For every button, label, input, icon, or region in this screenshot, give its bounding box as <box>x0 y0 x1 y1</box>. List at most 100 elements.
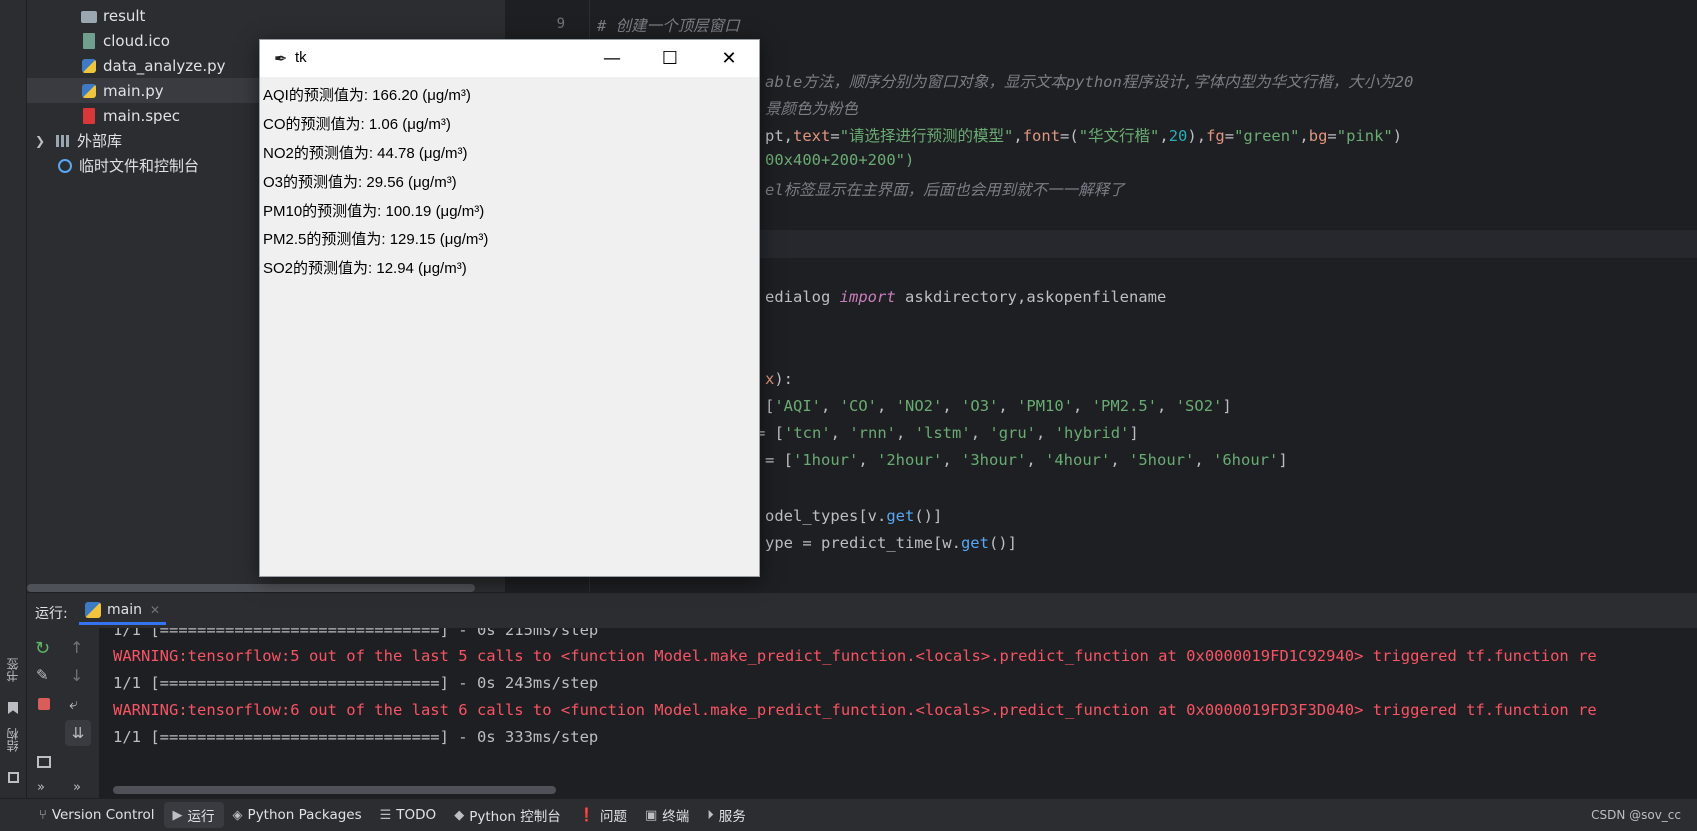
run-panel-header: 运行: main ✕ <box>27 592 1697 628</box>
code-token: 'hybrid' <box>1054 424 1130 442</box>
tree-horizontal-scrollbar[interactable] <box>27 584 475 592</box>
tab-main[interactable]: main ✕ <box>79 597 167 625</box>
wrench-icon[interactable]: ✎ <box>36 666 49 684</box>
rerun-icon[interactable]: ↻ <box>35 638 50 659</box>
arrow-up-icon[interactable]: ↑ <box>70 638 83 657</box>
statusbar-label: Python Packages <box>247 807 362 823</box>
layout-icon[interactable] <box>37 756 51 768</box>
console-horizontal-scrollbar[interactable] <box>113 786 556 794</box>
status-bar: ⑂ Version Control ▶ 运行 ◈ Python Packages ☰ T… <box>0 798 1697 831</box>
prediction-label: PM2.5的预测值为: 129.15 (μg/m³) <box>263 231 489 248</box>
code-token: text <box>793 127 831 145</box>
close-button[interactable]: ✕ <box>700 40 758 77</box>
statusbar-problems[interactable]: ❗ 问题 <box>570 802 636 828</box>
python-file-icon <box>81 83 97 99</box>
run-toolbar: ↻ ↑ ✎ ↓ ⤶ ⇊ » » <box>27 628 99 798</box>
tk-window[interactable]: ✒ tk — ☐ ✕ AQI的预测值为: 166.20 (μg/m³) CO的预… <box>259 39 760 577</box>
code-token: "请选择进行预测的模型" <box>839 127 1014 145</box>
code-token: askopenfilename <box>1026 288 1167 306</box>
code-token: ): <box>774 370 794 388</box>
code-comment: 景颜色为粉色 <box>765 100 859 118</box>
prediction-label: PM10的预测值为: 100.19 (μg/m³) <box>263 203 485 220</box>
maximize-button[interactable]: ☐ <box>641 40 699 77</box>
code-token: 'AQI' <box>774 397 822 415</box>
scroll-to-end-icon[interactable]: ⇊ <box>65 720 91 746</box>
code-comment: able方法，顺序分别为窗口对象，显示文本python程序设计,字体内型为华文行… <box>765 73 1414 91</box>
statusbar-python-packages[interactable]: ◈ Python Packages <box>224 802 371 828</box>
code-token: = [ <box>765 451 793 469</box>
code-token: pt <box>765 127 784 145</box>
run-label: 运行: <box>35 606 68 622</box>
code-token: '6hour' <box>1213 451 1279 469</box>
code-token: 'tcn' <box>784 424 831 442</box>
tab-label: main <box>107 601 142 618</box>
code-line-times: = ['1hour', '2hour', '3hour', '4hour', '… <box>765 451 1288 469</box>
code-token: bg <box>1308 127 1328 145</box>
statusbar-python-console[interactable]: ◆ Python 控制台 <box>445 802 570 828</box>
structure-tab[interactable]: 结构 <box>4 728 21 752</box>
more-icon[interactable]: » <box>37 780 45 795</box>
code-token: 'CO' <box>839 397 878 415</box>
code-token: [ <box>765 397 775 415</box>
services-icon: ⏵ <box>707 807 714 823</box>
code-token: 'O3' <box>961 397 999 415</box>
code-token: = [ <box>756 424 784 442</box>
code-token: "华文行楷" <box>1078 127 1160 145</box>
close-icon[interactable]: ✕ <box>150 603 160 617</box>
statusbar-todo[interactable]: ☰ TODO <box>371 802 446 828</box>
python-file-icon <box>81 58 97 74</box>
code-line-def: x): <box>765 370 793 388</box>
python-icon <box>85 601 101 618</box>
code-comment: # 创建一个顶层窗口 <box>597 17 740 35</box>
code-token: "green" <box>1234 127 1300 145</box>
console-line: 1/1 [==============================] - 0… <box>113 728 599 746</box>
bookmarks-tab[interactable]: 书签 <box>4 658 21 682</box>
code-line-model-type: odel_types[v.get()] <box>765 507 942 525</box>
prediction-label: CO的预测值为: 1.06 (μg/m³) <box>263 116 451 133</box>
code-token: 20 <box>1168 127 1188 145</box>
code-token: ()] <box>914 507 943 525</box>
code-token: 'gru' <box>989 424 1037 442</box>
code-token: 'NO2' <box>895 397 943 415</box>
statusbar-terminal[interactable]: ▣ 终端 <box>636 802 698 828</box>
statusbar-version-control[interactable]: ⑂ Version Control <box>30 802 164 828</box>
chevron-right-icon[interactable]: ❯ <box>35 134 55 148</box>
statusbar-label: Python 控制台 <box>469 809 561 825</box>
run-console[interactable]: 1/1 [==============================] - 0… <box>99 628 1697 798</box>
bookmark-icon <box>8 702 18 714</box>
code-token: ype = predict_time[w. <box>765 534 961 552</box>
minimize-button[interactable]: — <box>583 40 641 77</box>
tree-item-result[interactable]: result <box>27 3 505 28</box>
tree-item-label: result <box>103 6 146 25</box>
problems-icon: ❗ <box>578 807 595 823</box>
statusbar-services[interactable]: ⏵ 服务 <box>698 802 755 828</box>
code-line-predict-time: ype = predict_time[w.get()] <box>765 534 1017 552</box>
arrow-down-icon[interactable]: ↓ <box>70 666 83 685</box>
scratch-icon <box>57 158 73 174</box>
credit-text: CSDN @sov_cc <box>1591 808 1681 822</box>
tk-title-bar[interactable]: ✒ tk — ☐ ✕ <box>260 40 759 77</box>
code-token: '1hour' <box>793 451 859 469</box>
code-token: 'PM2.5' <box>1091 397 1158 415</box>
code-token: fg <box>1206 127 1225 145</box>
soft-wrap-icon[interactable]: ⤶ <box>69 694 78 714</box>
more-icon[interactable]: » <box>73 780 81 795</box>
statusbar-run[interactable]: ▶ 运行 <box>163 802 224 828</box>
tree-item-label: main.spec <box>103 106 181 125</box>
code-token: '2hour' <box>877 451 943 469</box>
code-token: '5hour' <box>1129 451 1195 469</box>
run-icon: ▶ <box>172 807 183 823</box>
code-token: get <box>960 534 989 552</box>
folder-icon <box>81 8 97 24</box>
code-token: askdirectory <box>895 288 1017 306</box>
stop-icon[interactable] <box>38 698 50 710</box>
window-title: tk <box>295 49 307 66</box>
code-comment: el标签显示在主界面，后面也会用到就不一一解释了 <box>765 181 1125 199</box>
packages-icon: ◈ <box>232 807 243 823</box>
spec-file-icon <box>81 107 97 124</box>
statusbar-label: Version Control <box>51 807 155 823</box>
statusbar-label: 服务 <box>718 809 746 825</box>
console-line: WARNING:tensorflow:5 out of the last 5 c… <box>113 647 1597 665</box>
code-token: 'rnn' <box>849 424 897 442</box>
code-line-models: = ['tcn', 'rnn', 'lstm', 'gru', 'hybrid'… <box>756 424 1139 442</box>
